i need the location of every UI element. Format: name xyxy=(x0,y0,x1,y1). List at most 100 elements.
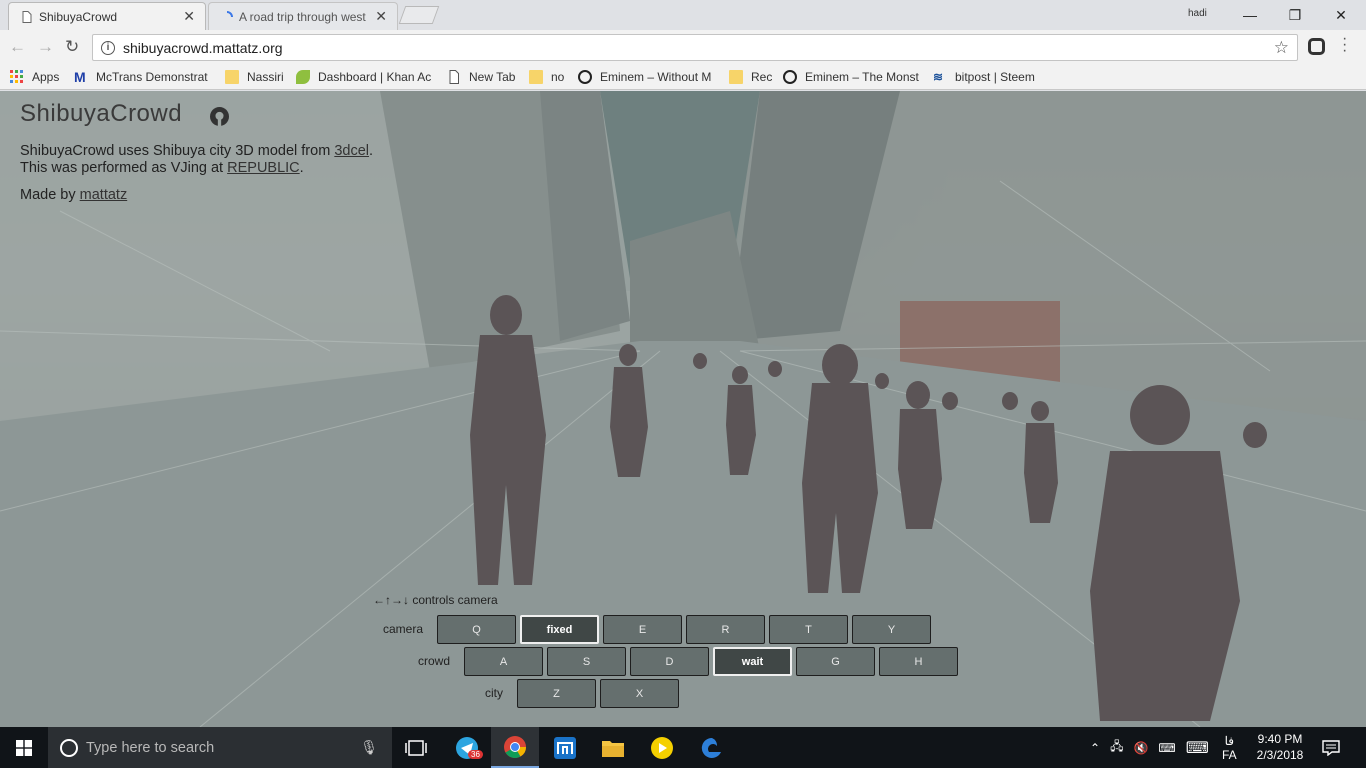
input-language[interactable]: فا FA xyxy=(1222,727,1237,768)
city-key-z[interactable]: Z xyxy=(517,679,596,708)
bookmark-mctrans[interactable]: M McTrans Demonstrat xyxy=(74,69,210,85)
bookmark-label: Dashboard | Khan Ac xyxy=(318,70,432,84)
telegram-badge: 36 xyxy=(468,750,483,759)
telegram-icon[interactable]: 36 xyxy=(443,727,491,768)
file-explorer-icon[interactable] xyxy=(589,727,637,768)
bookmark-rec[interactable]: Rec xyxy=(729,69,772,85)
extension-icon[interactable] xyxy=(1308,38,1325,55)
address-bar[interactable]: i shibuyacrowd.mattatz.org ☆ xyxy=(92,34,1298,61)
chrome-icon[interactable] xyxy=(491,727,539,768)
github-icon[interactable] xyxy=(210,107,229,126)
tab-shibuyacrowd[interactable]: ShibuyaCrowd ✕ xyxy=(8,2,206,30)
description-text: . xyxy=(368,143,374,159)
camera-key-e[interactable]: E xyxy=(603,615,682,644)
3dcel-link[interactable]: 3dcel xyxy=(334,143,369,159)
tab-strip: ShibuyaCrowd ✕ A road trip through west … xyxy=(0,0,1366,30)
minimize-button[interactable]: — xyxy=(1227,2,1273,28)
restore-button[interactable]: ❐ xyxy=(1272,2,1318,28)
crowd-key-d[interactable]: D xyxy=(630,647,709,676)
crowd-key-s[interactable]: S xyxy=(547,647,626,676)
apps-grid-icon xyxy=(10,70,23,83)
chevron-up-icon[interactable]: ⌃ xyxy=(1090,741,1100,755)
network-icon[interactable]: 🖧 xyxy=(1110,737,1123,758)
camera-key-r[interactable]: R xyxy=(686,615,765,644)
folder-icon xyxy=(729,70,743,84)
bookmark-label: Eminem – The Monst xyxy=(805,70,919,84)
bookmark-new-tab[interactable]: New Tab xyxy=(447,69,515,85)
crowd-key-h[interactable]: H xyxy=(879,647,958,676)
close-tab-button[interactable]: ✕ xyxy=(375,8,387,25)
mattatz-link[interactable]: mattatz xyxy=(80,187,128,203)
bookmark-star-icon[interactable]: ☆ xyxy=(1274,38,1289,58)
bookmark-label: no xyxy=(551,70,565,84)
maxthon-icon[interactable] xyxy=(541,727,589,768)
camera-key-y[interactable]: Y xyxy=(852,615,931,644)
tab-road-trip[interactable]: A road trip through west ✕ xyxy=(208,2,398,30)
controls-hint: ←↑→↓ controls camera xyxy=(373,593,498,607)
bookmark-label: Nassiri xyxy=(247,70,284,84)
bookmark-eminem-the-monster[interactable]: Eminem – The Monst xyxy=(783,69,919,85)
bookmark-eminem-without-me[interactable]: Eminem – Without M xyxy=(578,69,714,85)
bookmark-apps[interactable]: Apps xyxy=(10,69,59,85)
emoji-icon xyxy=(578,70,592,84)
steem-icon: ≋ xyxy=(933,70,944,84)
webgl-canvas[interactable]: ShibuyaCrowd ShibuyaCrowd uses Shibuya c… xyxy=(0,91,1366,727)
start-button[interactable] xyxy=(0,727,48,768)
crowd-key-g[interactable]: G xyxy=(796,647,875,676)
windows-logo-icon xyxy=(16,739,32,756)
bookmark-label: Eminem – Without M xyxy=(600,70,712,84)
reload-icon[interactable]: ↻ xyxy=(65,38,79,56)
windows-taskbar: Type here to search 🎙 36 ⌃ 🖧 🔇 ⌨ ⌨ فا FA… xyxy=(0,727,1366,768)
bookmark-label: New Tab xyxy=(469,70,516,84)
language-code: FA xyxy=(1222,747,1237,762)
touch-keyboard-icon[interactable]: ⌨ xyxy=(1186,738,1209,758)
clock[interactable]: 9:40 PM 2/3/2018 xyxy=(1246,731,1314,763)
bookmark-nassiri[interactable]: Nassiri xyxy=(225,69,284,85)
republic-link[interactable]: REPUBLIC xyxy=(227,160,300,176)
bookmark-no[interactable]: no xyxy=(529,69,564,85)
keyboard-x-icon[interactable]: ⌨ xyxy=(1158,741,1175,755)
city-key-x[interactable]: X xyxy=(600,679,679,708)
language-indicator: فا xyxy=(1224,733,1235,748)
city-crowd-scene xyxy=(0,91,1366,727)
description-line-2: This was performed as VJing at REPUBLIC. xyxy=(20,160,304,177)
description-text: ShibuyaCrowd uses Shibuya city 3D model … xyxy=(20,143,335,159)
bookmark-label: Rec xyxy=(751,70,773,84)
task-view-icon[interactable] xyxy=(392,727,440,768)
description-text: . xyxy=(299,160,304,176)
tab-title: A road trip through west xyxy=(239,9,366,24)
volume-muted-icon[interactable]: 🔇 xyxy=(1133,741,1148,755)
system-tray: ⌃ 🖧 🔇 ⌨ ⌨ xyxy=(1090,727,1209,768)
camera-key-t[interactable]: T xyxy=(769,615,848,644)
profile-name[interactable]: hadi xyxy=(1188,8,1207,19)
edge-icon[interactable] xyxy=(688,727,736,768)
emoji-icon xyxy=(783,70,797,84)
media-player-icon[interactable] xyxy=(638,727,686,768)
description-text: This was performed as VJing at xyxy=(20,160,228,176)
microphone-icon[interactable]: 🎙 xyxy=(360,739,378,756)
page-icon xyxy=(22,11,32,23)
close-tab-button[interactable]: ✕ xyxy=(183,8,195,25)
info-icon[interactable]: i xyxy=(101,40,115,55)
taskbar-search[interactable]: Type here to search 🎙 xyxy=(48,727,392,768)
camera-key-fixed[interactable]: fixed xyxy=(520,615,599,644)
close-window-button[interactable]: ✕ xyxy=(1318,2,1364,28)
description-line-1: ShibuyaCrowd uses Shibuya city 3D model … xyxy=(20,143,373,160)
kebab-menu-icon[interactable]: · · · xyxy=(1342,31,1347,59)
clock-time: 9:40 PM xyxy=(1257,732,1303,746)
camera-key-q[interactable]: Q xyxy=(437,615,516,644)
made-by-text: Made by xyxy=(20,187,80,203)
crowd-key-wait[interactable]: wait xyxy=(713,647,792,676)
bookmark-label: McTrans Demonstrat xyxy=(96,70,208,84)
crowd-key-a[interactable]: A xyxy=(464,647,543,676)
clock-date: 2/3/2018 xyxy=(1256,748,1304,762)
forward-arrow-icon[interactable]: → xyxy=(37,38,54,56)
url-text: shibuyacrowd.mattatz.org xyxy=(123,39,283,56)
bookmark-bitpost[interactable]: ≋ bitpost | Steem xyxy=(933,69,1035,85)
new-tab-button[interactable] xyxy=(398,6,440,24)
action-center-icon[interactable] xyxy=(1322,727,1340,768)
folder-icon xyxy=(225,70,239,84)
bookmarks-bar: Apps M McTrans Demonstrat Nassiri Dashbo… xyxy=(0,64,1366,90)
bookmark-khan-academy[interactable]: Dashboard | Khan Ac xyxy=(296,69,432,85)
back-arrow-icon[interactable]: ← xyxy=(9,38,26,56)
